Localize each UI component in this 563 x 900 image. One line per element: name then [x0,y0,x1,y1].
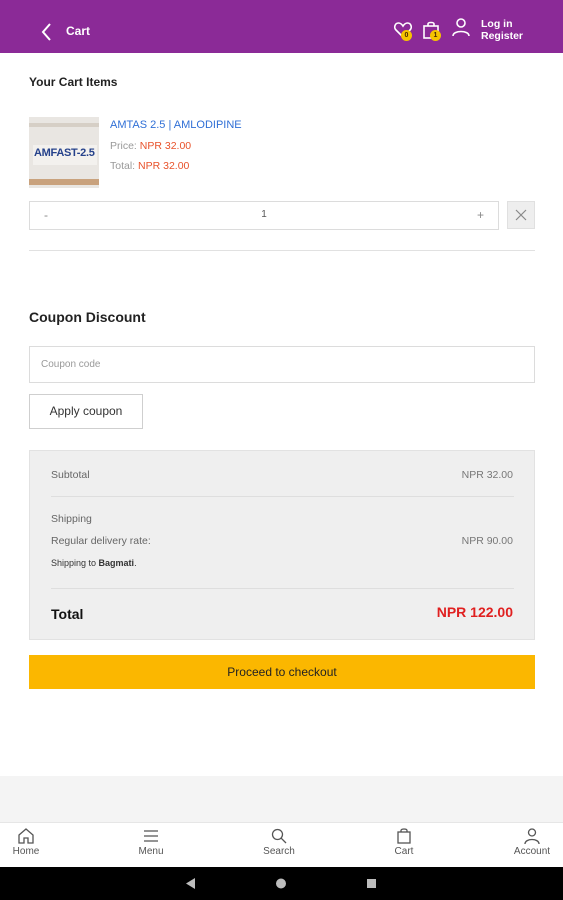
order-summary: Subtotal NPR 32.00 Shipping Regular deli… [29,450,535,640]
price-label: Price: [110,140,137,152]
shipping-place: Bagmati [98,558,135,568]
footer-spacer [0,776,563,822]
total-line: Total: NPR 32.00 [110,160,189,172]
cart-badge: 1 [430,30,441,41]
shipping-to-prefix: Shipping to [51,558,99,568]
system-navigation-bar [0,867,563,900]
cart-bag-icon[interactable]: 1 [421,20,443,42]
shipping-destination: Shipping to Bagmati. [51,558,137,568]
increase-quantity-button[interactable]: + [477,208,484,222]
coupon-heading: Coupon Discount [29,309,146,325]
quantity-stepper[interactable]: - 1 + [29,201,499,230]
nav-label: Cart [394,846,414,857]
product-name-link[interactable]: AMTAS 2.5 | AMLODIPINE [110,119,242,131]
app-header: Cart 0 1 Log in Register [0,0,563,53]
subtotal-label: Subtotal [51,469,90,481]
system-home-icon[interactable] [276,878,286,889]
account-icon [524,828,540,845]
menu-icon [144,830,158,842]
price-line: Price: NPR 32.00 [110,140,191,152]
remove-item-button[interactable] [507,201,535,229]
order-total-label: Total [51,606,84,622]
user-icon[interactable] [451,17,473,39]
apply-coupon-button[interactable]: Apply coupon [29,394,143,429]
item-total-label: Total: [110,160,136,172]
divider [51,496,514,497]
nav-menu[interactable]: Menu [121,827,181,857]
quantity-value[interactable]: 1 [30,209,498,220]
delivery-rate-value: NPR 90.00 [461,535,513,547]
coupon-code-input[interactable]: Coupon code [29,346,535,383]
register-label[interactable]: Register [481,30,523,42]
proceed-to-checkout-button[interactable]: Proceed to checkout [29,655,535,689]
page-title: Cart [66,24,91,38]
price-value: NPR 32.00 [139,140,192,152]
product-image[interactable]: AMFAST-2.5 [29,117,99,188]
login-register-link[interactable]: Log in Register [481,18,523,42]
bottom-navigation: Home Menu Search Cart Account [0,822,563,867]
shipping-to-suffix: . [134,558,137,568]
cart-icon [397,828,411,844]
home-icon [18,828,34,844]
close-icon [515,209,527,221]
item-total-value: NPR 32.00 [138,160,190,172]
system-back-icon[interactable] [186,878,195,889]
subtotal-value: NPR 32.00 [461,469,513,481]
nav-label: Account [513,846,551,857]
package-strip [29,123,99,127]
cart-items-heading: Your Cart Items [29,75,118,89]
nav-label: Home [12,846,40,857]
system-recents-icon[interactable] [367,879,376,888]
shipping-label: Shipping [51,513,92,525]
divider [29,250,535,251]
divider [51,588,514,589]
back-arrow-icon[interactable] [40,22,54,42]
order-total-value: NPR 122.00 [436,604,513,620]
nav-search[interactable]: Search [249,827,309,857]
package-strip [29,179,99,185]
wishlist-badge: 0 [401,30,412,41]
delivery-rate-label: Regular delivery rate: [51,535,151,547]
nav-home[interactable]: Home [0,827,56,857]
nav-cart[interactable]: Cart [374,827,434,857]
wishlist-heart-icon[interactable]: 0 [393,20,415,42]
nav-label: Menu [138,846,164,857]
nav-label: Search [263,846,295,857]
search-icon [271,828,287,844]
package-brand-text: AMFAST-2.5 [34,147,95,159]
login-label[interactable]: Log in [481,18,523,30]
nav-account[interactable]: Account [502,827,562,857]
